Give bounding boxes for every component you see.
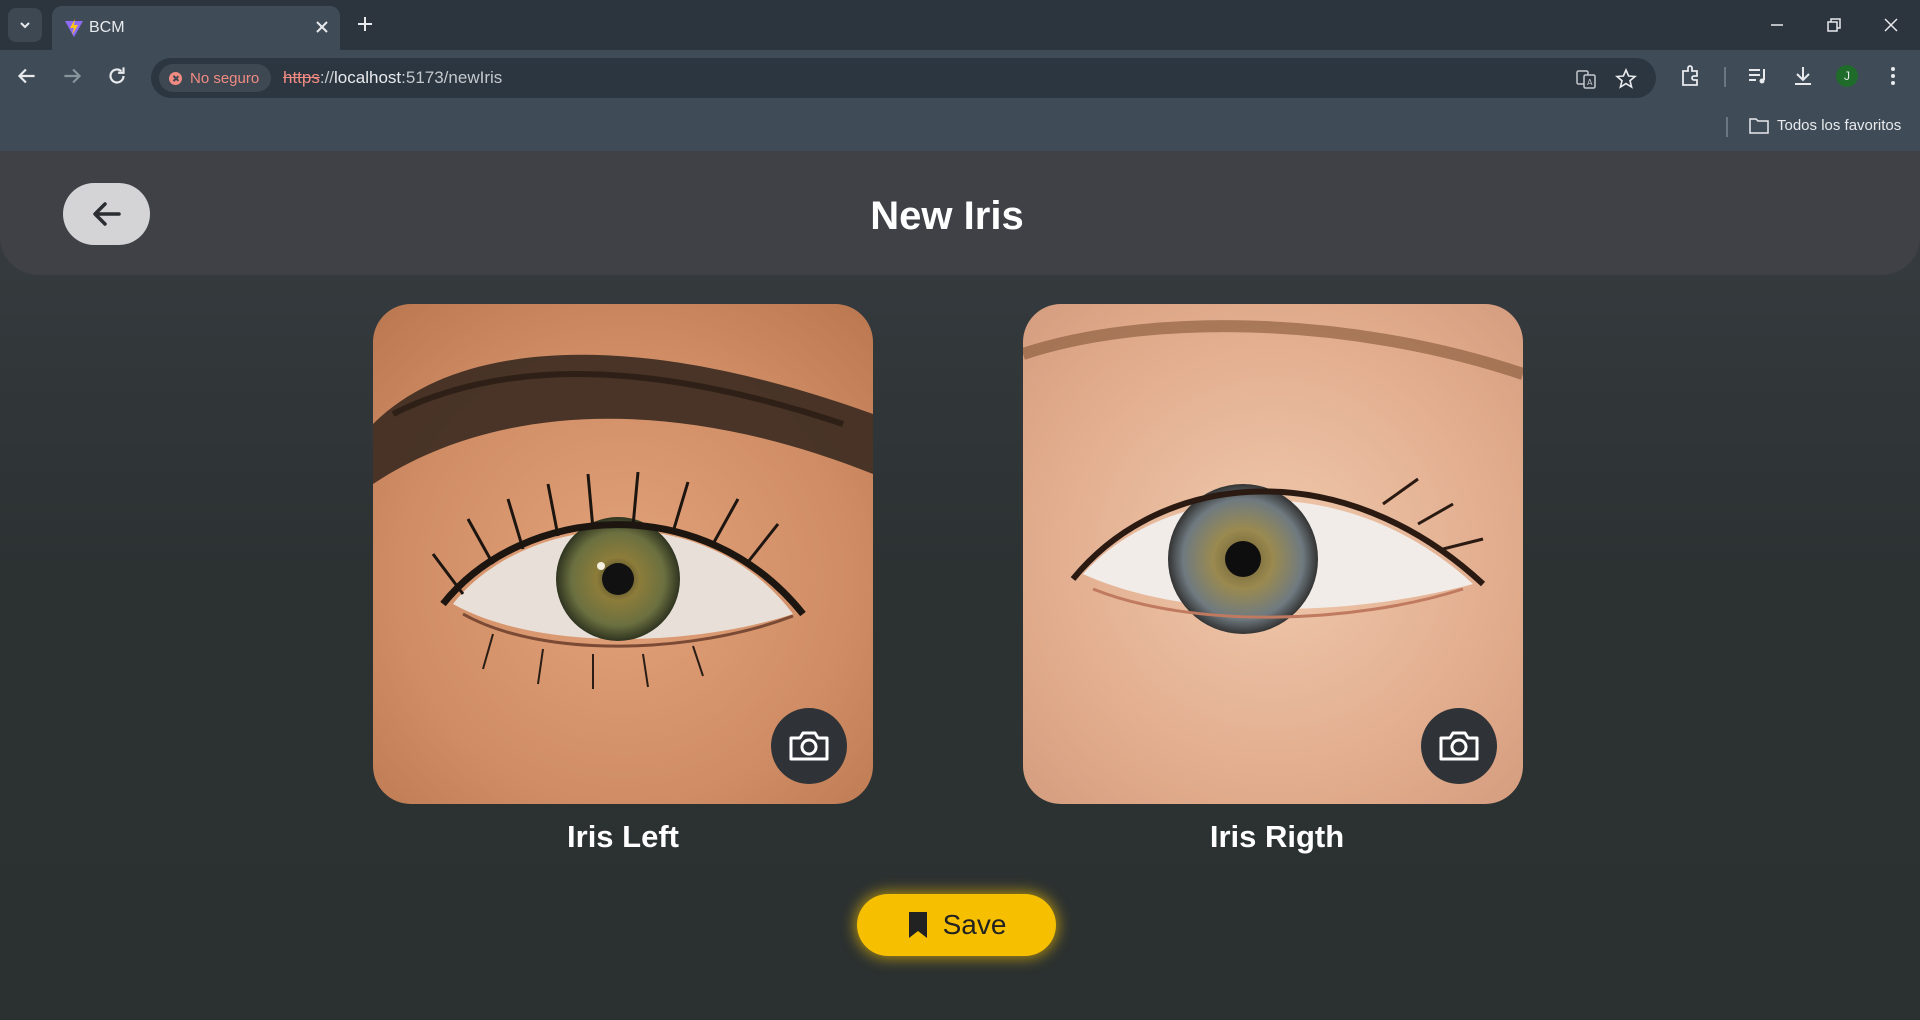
forward-arrow-icon[interactable] [59,63,85,89]
bookmark-icon [908,912,927,938]
toolbar-divider [1724,67,1726,87]
browser-tab-strip: BCM [0,0,1920,50]
tab-search-button[interactable] [8,8,42,42]
save-label: Save [942,909,1007,940]
close-tab-icon[interactable] [312,17,332,37]
folder-icon [1749,118,1769,134]
camera-icon [789,731,829,761]
translate-icon[interactable]: A [1575,68,1597,90]
iris-left-label: Iris Left [567,819,679,854]
iris-right-camera-button[interactable] [1421,708,1497,784]
vite-favicon-icon [65,19,83,37]
profile-avatar[interactable]: J [1836,65,1858,87]
svg-text:A: A [1587,78,1593,87]
minimize-icon[interactable] [1765,13,1789,37]
bookmarks-bar: Todos los favoritos [0,101,1920,151]
security-chip[interactable]: No seguro [159,64,271,92]
bookmark-star-icon[interactable] [1615,68,1637,90]
all-bookmarks-link[interactable]: Todos los favoritos [1777,117,1901,134]
url-text[interactable]: https://localhost:5173/newIris [283,68,502,88]
back-arrow-icon[interactable] [14,63,40,89]
save-button[interactable]: Save [857,894,1056,956]
tab-title: BCM [89,19,125,36]
reload-icon[interactable] [104,63,130,89]
browser-toolbar: No seguro https://localhost:5173/newIris… [0,50,1920,101]
iris-right-label: Iris Rigth [1209,819,1345,854]
not-secure-icon [169,72,182,85]
media-queue-icon[interactable] [1745,63,1771,89]
page-title: New Iris [870,194,1024,238]
security-label: No seguro [190,70,260,87]
restore-icon[interactable] [1822,13,1846,37]
browser-tab[interactable]: BCM [52,6,340,50]
address-bar[interactable]: No seguro https://localhost:5173/newIris… [151,58,1656,98]
camera-icon [1439,731,1479,761]
app-page: New Iris Iris Left Iris Rigth Save [0,151,1920,1020]
extensions-icon[interactable] [1678,63,1704,89]
iris-left-camera-button[interactable] [771,708,847,784]
iris-left-card [373,304,873,804]
download-icon[interactable] [1790,63,1816,89]
iris-right-card [1023,304,1523,804]
app-header: New Iris [0,151,1920,275]
close-window-icon[interactable] [1879,13,1903,37]
new-tab-icon[interactable] [353,12,377,36]
chevron-down-icon [20,22,30,29]
bookmarks-divider [1726,117,1728,137]
more-menu-icon[interactable] [1880,63,1906,89]
